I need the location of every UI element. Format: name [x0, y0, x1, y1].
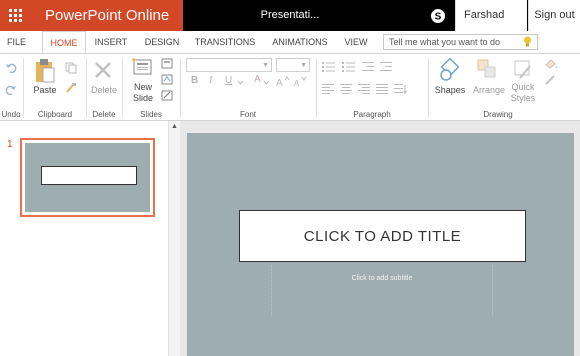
ribbon-home: Undo Paste Clipboard Delete Delete New S… — [0, 53, 580, 121]
group-font-label: Font — [239, 110, 256, 119]
ribbon-divider — [122, 58, 123, 118]
subtitle-placeholder[interactable] — [271, 265, 493, 317]
group-clipboard-label: Clipboard — [37, 110, 73, 119]
slide-thumbnails-pane: 1 — [0, 121, 168, 356]
ribbon-divider — [86, 58, 87, 118]
quick-styles-label-line2: Styles — [510, 93, 536, 103]
ribbon-divider — [180, 58, 181, 118]
align-left-icon[interactable] — [322, 84, 334, 94]
tab-file[interactable]: FILE — [0, 31, 33, 53]
skype-button[interactable]: S — [422, 0, 454, 31]
svg-text:A: A — [276, 78, 283, 88]
redo-icon[interactable] — [5, 84, 17, 96]
decrease-font-icon[interactable]: A — [294, 76, 308, 88]
main-area: 1 ▲ CLICK TO ADD TITLE Click to add subt… — [0, 121, 580, 356]
tab-animations[interactable]: ANIMATIONS — [266, 31, 334, 53]
justify-icon[interactable] — [376, 84, 388, 94]
shape-fill-icon[interactable] — [544, 58, 560, 70]
group-delete-label: Delete — [92, 110, 116, 119]
quick-styles-icon[interactable] — [512, 58, 534, 80]
group-slides-label: Slides — [140, 110, 162, 119]
tell-me-search[interactable]: Tell me what you want to do — [383, 34, 538, 50]
lightbulb-icon — [524, 36, 531, 47]
tab-view[interactable]: VIEW — [338, 31, 374, 53]
ribbon-divider — [316, 58, 317, 118]
align-center-icon[interactable] — [340, 84, 352, 94]
underline-button[interactable]: U — [225, 75, 232, 86]
scroll-up-icon[interactable]: ▲ — [171, 123, 178, 130]
ribbon-divider — [23, 58, 24, 118]
group-paragraph-label: Paragraph — [353, 110, 391, 119]
new-slide-label-line1: New — [133, 82, 152, 92]
bullets-icon[interactable] — [322, 61, 336, 73]
font-name-dropdown[interactable]: ▼ — [186, 58, 272, 72]
numbering-icon[interactable] — [342, 61, 356, 73]
new-slide-icon[interactable] — [131, 58, 153, 78]
slide-edit-area: CLICK TO ADD TITLE Click to add subtitle — [180, 121, 580, 356]
paste-icon[interactable] — [34, 58, 56, 84]
italic-button[interactable]: I — [209, 75, 212, 86]
title-placeholder-text: CLICK TO ADD TITLE — [303, 227, 462, 245]
chevron-down-icon[interactable] — [237, 79, 244, 86]
font-color-button[interactable]: A — [254, 74, 261, 85]
chevron-down-icon: ▼ — [300, 62, 307, 69]
shapes-icon[interactable] — [438, 58, 462, 82]
text-direction-icon[interactable] — [394, 84, 408, 94]
tab-home[interactable]: HOME — [42, 31, 86, 53]
arrange-button[interactable]: Arrange — [470, 85, 508, 95]
thumbnail-title-box — [41, 166, 137, 185]
align-right-icon[interactable] — [358, 84, 370, 94]
shapes-button[interactable]: Shapes — [432, 85, 468, 95]
tell-me-placeholder: Tell me what you want to do — [389, 37, 501, 47]
font-size-dropdown[interactable]: ▼ — [276, 58, 310, 72]
subtitle-placeholder-text: Click to add subtitle — [351, 275, 413, 282]
skype-icon: S — [431, 8, 445, 23]
ribbon-divider — [428, 58, 429, 118]
shape-outline-icon[interactable] — [544, 74, 560, 86]
document-title[interactable]: Presentati... — [230, 0, 350, 31]
quick-styles-button[interactable]: Quick Styles — [506, 82, 540, 104]
title-bar: PowerPoint Online Presentati... S Farsha… — [0, 0, 580, 52]
slide-canvas[interactable]: CLICK TO ADD TITLE Click to add subtitle — [187, 133, 574, 356]
tab-transitions[interactable]: TRANSITIONS — [190, 31, 260, 53]
quick-styles-label-line1: Quick — [511, 82, 535, 92]
title-placeholder[interactable]: CLICK TO ADD TITLE — [239, 210, 526, 262]
new-slide-label-line2: Slide — [132, 93, 153, 103]
app-launcher-icon — [9, 9, 22, 22]
group-undo-label: Undo — [1, 110, 21, 119]
group-drawing-label: Drawing — [483, 110, 513, 119]
copy-icon[interactable] — [65, 62, 77, 74]
new-slide-button[interactable]: New Slide — [128, 82, 158, 104]
delete-button[interactable]: Delete — [88, 85, 120, 95]
slide-thumbnail[interactable] — [20, 138, 155, 217]
chevron-down-icon[interactable] — [263, 79, 270, 86]
thumbnails-scrollbar[interactable]: ▲ — [168, 121, 180, 356]
decrease-indent-icon[interactable] — [362, 61, 374, 73]
svg-text:S: S — [435, 11, 442, 22]
chevron-down-icon: ▼ — [262, 62, 269, 69]
format-painter-icon[interactable] — [65, 82, 77, 94]
increase-font-icon[interactable]: A — [276, 76, 290, 88]
app-launcher-button[interactable] — [0, 0, 31, 31]
app-name[interactable]: PowerPoint Online — [31, 0, 183, 31]
paste-button[interactable]: Paste — [30, 85, 60, 95]
arrange-icon[interactable] — [476, 58, 498, 80]
hide-slide-icon[interactable] — [161, 90, 173, 101]
user-name[interactable]: Farshad Iqbal — [455, 0, 527, 52]
tab-insert[interactable]: INSERT — [88, 31, 134, 53]
slide-thumbnail-preview — [25, 143, 150, 212]
slide-number: 1 — [7, 139, 13, 150]
reset-icon[interactable] — [161, 74, 173, 85]
layout-icon[interactable] — [161, 58, 173, 69]
sign-out-link[interactable]: Sign out — [528, 0, 580, 31]
tab-design[interactable]: DESIGN — [140, 31, 184, 53]
svg-text:A: A — [294, 79, 300, 88]
increase-indent-icon[interactable] — [380, 61, 392, 73]
undo-icon[interactable] — [5, 62, 17, 74]
delete-x-icon[interactable] — [93, 60, 113, 80]
bold-button[interactable]: B — [191, 75, 198, 86]
